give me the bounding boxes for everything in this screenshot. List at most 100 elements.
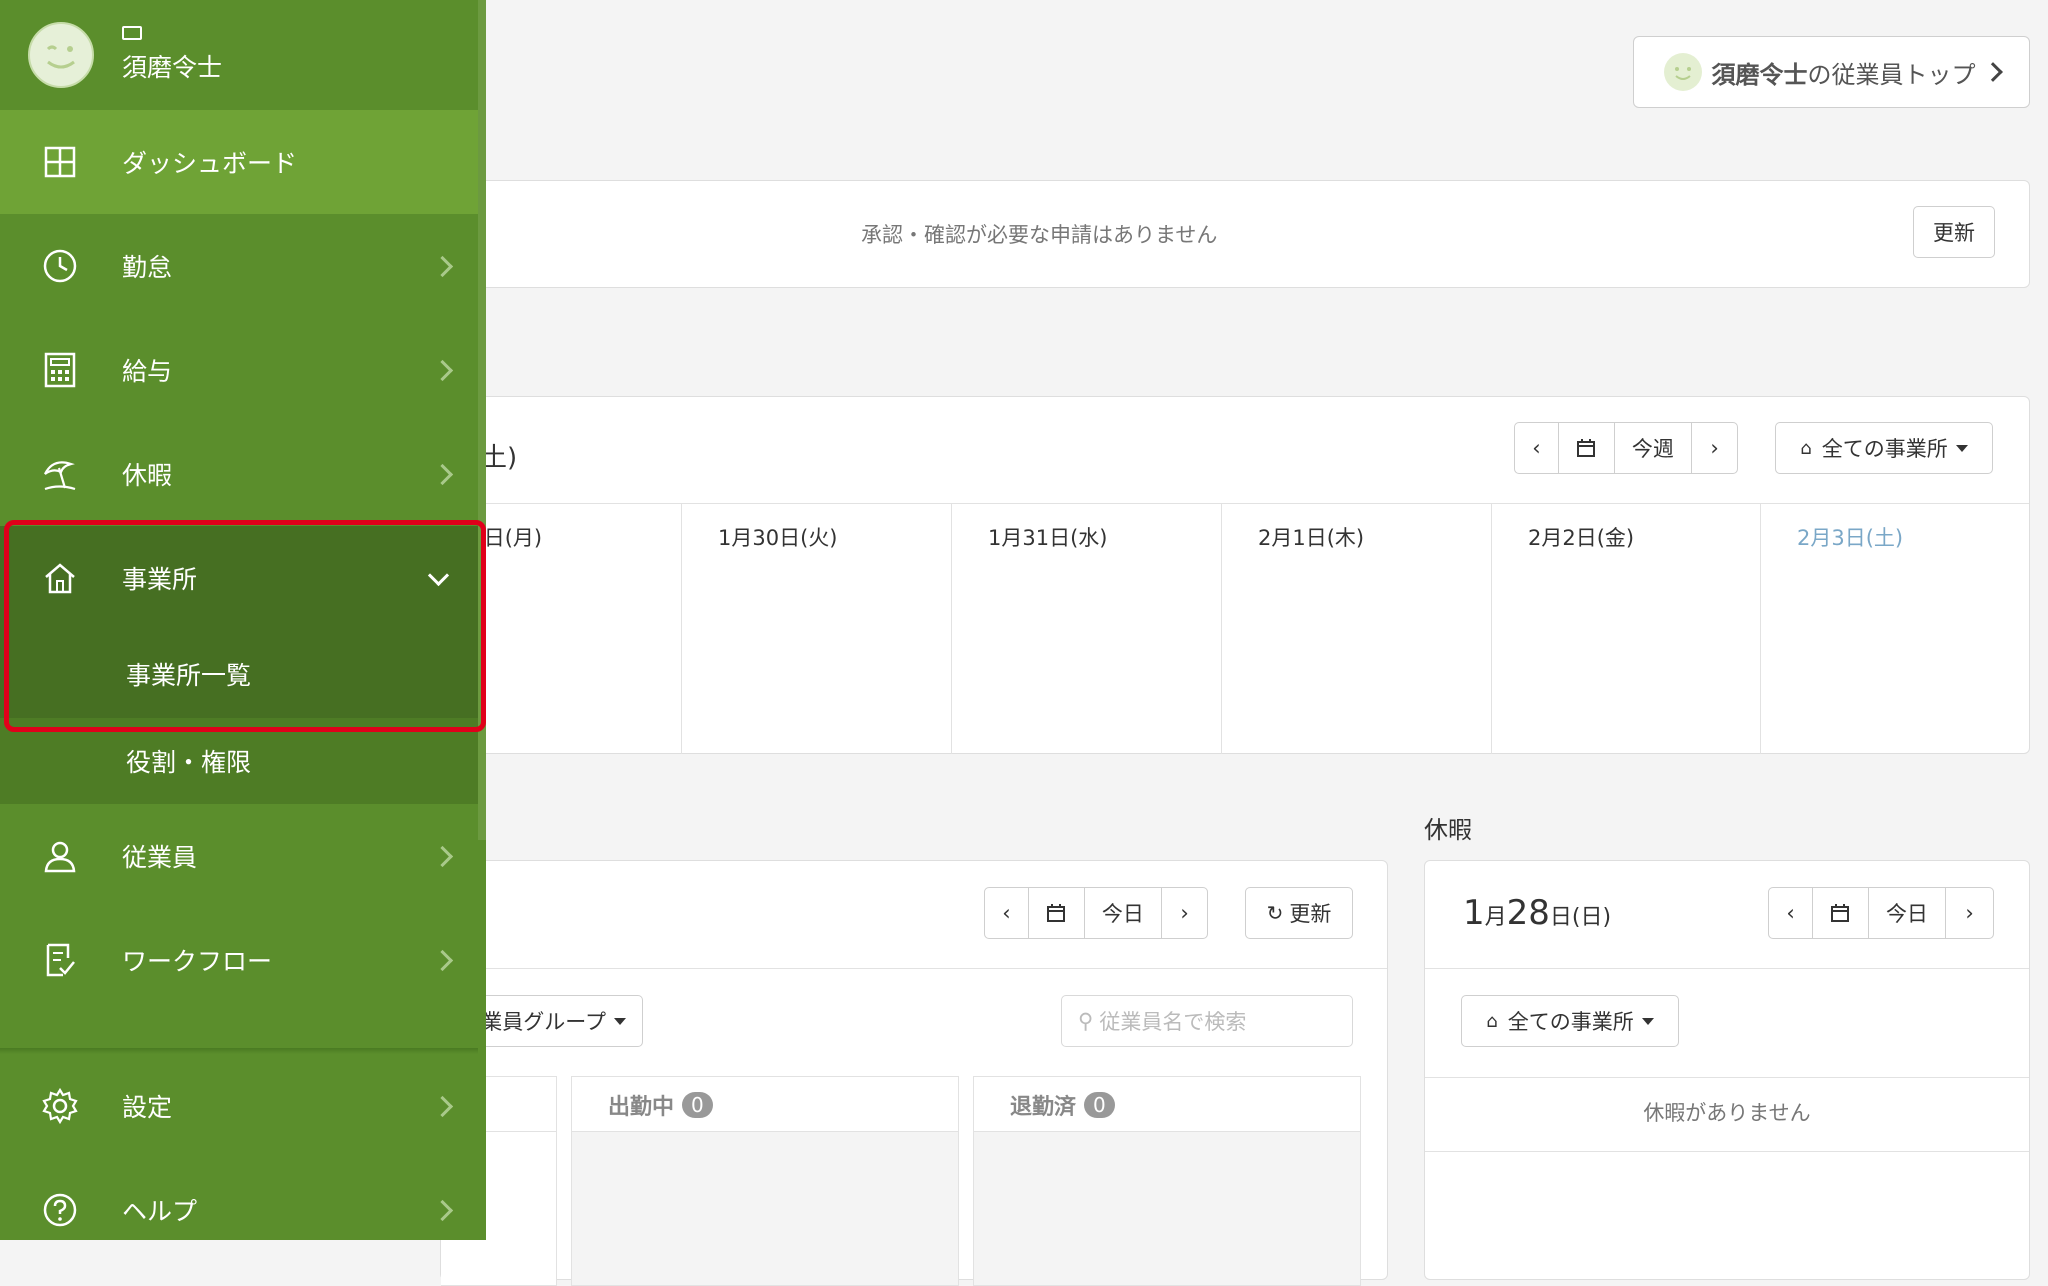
sidebar-item-label: ダッシュボード [122,149,298,178]
refresh-icon: ↻ [1266,901,1284,925]
day-column: 1月31日(水) [952,504,1222,754]
attendance-column-working: 出勤中 0 [571,1076,959,1286]
next-day-button[interactable]: › [1945,888,1993,938]
calculator-icon [40,350,80,390]
today-button[interactable]: 今日 [1867,888,1945,938]
approvals-panel: 承認・確認が必要な申請はありません 更新 [440,180,2030,288]
sidebar-item-label: ワークフロー [122,947,273,976]
chevron-right-icon [431,463,454,485]
leave-panel: 1 月 28 日(日) ‹ 今日 › ⌂ 全ての事業所 休暇がありません [1424,860,2030,1280]
sidebar-item-settings[interactable]: 設定 [0,1054,478,1158]
day-label: 2月2日(金) [1528,526,1635,550]
caret-down-icon [614,1017,626,1025]
sidebar-item-help[interactable]: ヘルプ [0,1158,478,1240]
this-week-button[interactable]: 今週 [1613,423,1691,473]
chevron-right-icon [431,359,454,381]
sidebar-item-label: 勤怠 [122,253,173,282]
home-icon: ⌂ [1800,437,1812,459]
calendar-picker-button[interactable] [1812,888,1868,938]
next-day-button[interactable]: › [1161,888,1207,938]
chevron-right-icon [431,1199,454,1221]
chevron-right-icon [431,255,454,277]
attendance-column-left: 退勤済 0 [973,1076,1361,1286]
employee-search-placeholder: 従業員名で検索 [1099,1010,1247,1034]
employee-top-suffix: の従業員トップ [1807,60,1976,89]
sidebar-item-payroll[interactable]: 給与 [0,318,478,422]
chevron-right-icon [431,949,454,971]
approvals-message: 承認・確認が必要な申請はありません [861,223,1218,247]
next-week-button[interactable]: › [1691,423,1737,473]
sidebar-item-label: 休暇 [122,461,173,490]
employee-top-name: 須磨令士 [1711,60,1808,89]
chevron-right-icon [1982,62,2003,82]
caret-down-icon [1641,1017,1654,1025]
sidebar-item-label: 従業員 [122,843,198,872]
sidebar-item-workflow[interactable]: ワークフロー [0,908,478,1012]
leave-date-day-unit: 日(日) [1549,905,1612,930]
calendar-icon [1047,904,1066,922]
week-days-row: 29日(月) 1月30日(火) 1月31日(水) 2月1日(木) 2月2日(金)… [441,503,2029,754]
prev-week-button[interactable]: ‹ [1515,423,1558,473]
leave-office-filter-label: 全ての事業所 [1507,1010,1634,1034]
week-navigation: ‹ 今週 › [1514,422,1738,474]
day-column: 2月1日(木) [1222,504,1492,754]
sidebar-item-employees[interactable]: 従業員 [0,804,478,908]
leave-divider [1425,1151,2029,1152]
day-column: 2月3日(土) [1761,504,2029,754]
day-label-weekend: 2月3日(土) [1797,526,1904,550]
sidebar-item-label: 設定 [122,1093,173,1122]
calendar-icon [1577,439,1596,457]
sidebar-subitem-label: 役割・権限 [126,748,252,777]
column-title: 退勤済 [1010,1095,1077,1120]
attendance-panel: ‹ 今日 › ↻ 更新 業員グループ ⚲ 従業員名で検索 出勤中 0 退勤済 0 [440,860,1388,1286]
attendance-divider [441,968,1387,969]
prev-day-button[interactable]: ‹ [985,888,1028,938]
attendance-refresh-label: 更新 [1289,902,1332,926]
dashboard-icon [40,142,80,182]
gear-icon [40,1086,80,1126]
attendance-date-navigation: ‹ 今日 › [984,887,1208,939]
leave-date-navigation: ‹ 今日 › [1768,887,1994,939]
today-button[interactable]: 今日 [1083,888,1161,938]
sidebar-user[interactable]: 須磨令士 [0,0,478,110]
leave-divider [1425,968,2029,969]
week-office-filter-label: 全ての事業所 [1821,437,1948,461]
column-title: 出勤中 [608,1095,675,1120]
sidebar-item-label: ヘルプ [122,1197,198,1226]
week-office-filter[interactable]: ⌂ 全ての事業所 [1775,422,1993,474]
prev-day-button[interactable]: ‹ [1769,888,1812,938]
week-calendar-panel: 土) ‹ 今週 › ⌂ 全ての事業所 29日(月) 1月30日(火) 1月31日… [440,396,2030,754]
calendar-picker-button[interactable] [1558,423,1614,473]
leave-date-month: 1 [1463,893,1485,933]
day-label: 2月1日(木) [1258,526,1365,550]
employee-top-button[interactable]: 須磨令士 の従業員トップ [1633,36,2030,108]
help-icon [40,1190,80,1230]
sidebar-item-leave[interactable]: 休暇 [0,422,478,526]
sidebar-item-attendance[interactable]: 勤怠 [0,214,478,318]
sidebar-item-dashboard[interactable]: ダッシュボード [0,110,478,214]
calendar-icon [1831,904,1850,922]
count-badge: 0 [682,1092,713,1118]
search-icon: ⚲ [1078,1009,1094,1033]
checklist-icon [40,940,80,980]
sidebar-user-name: 須磨令士 [122,53,223,82]
day-column: 2月2日(金) [1492,504,1761,754]
attendance-refresh-button[interactable]: ↻ 更新 [1245,887,1353,939]
leave-divider [1425,1077,2029,1078]
caret-down-icon [1955,444,1968,452]
leave-date-day: 28 [1506,893,1550,933]
leave-empty-message: 休暇がありません [1643,1101,1811,1125]
day-column: 1月30日(火) [682,504,952,754]
approvals-refresh-button[interactable]: 更新 [1913,206,1995,258]
calendar-picker-button[interactable] [1028,888,1084,938]
chevron-right-icon [431,845,454,867]
week-title: 土) [481,443,518,473]
id-card-icon [122,26,142,40]
clock-icon [40,246,80,286]
employee-group-filter-label: 業員グループ [481,1010,606,1034]
employee-search-input[interactable]: ⚲ 従業員名で検索 [1061,995,1353,1047]
day-label: 1月30日(火) [718,526,838,550]
leave-date: 1 月 28 日(日) [1463,893,1611,933]
highlight-box [4,520,486,732]
leave-office-filter[interactable]: ⌂ 全ての事業所 [1461,995,1679,1047]
